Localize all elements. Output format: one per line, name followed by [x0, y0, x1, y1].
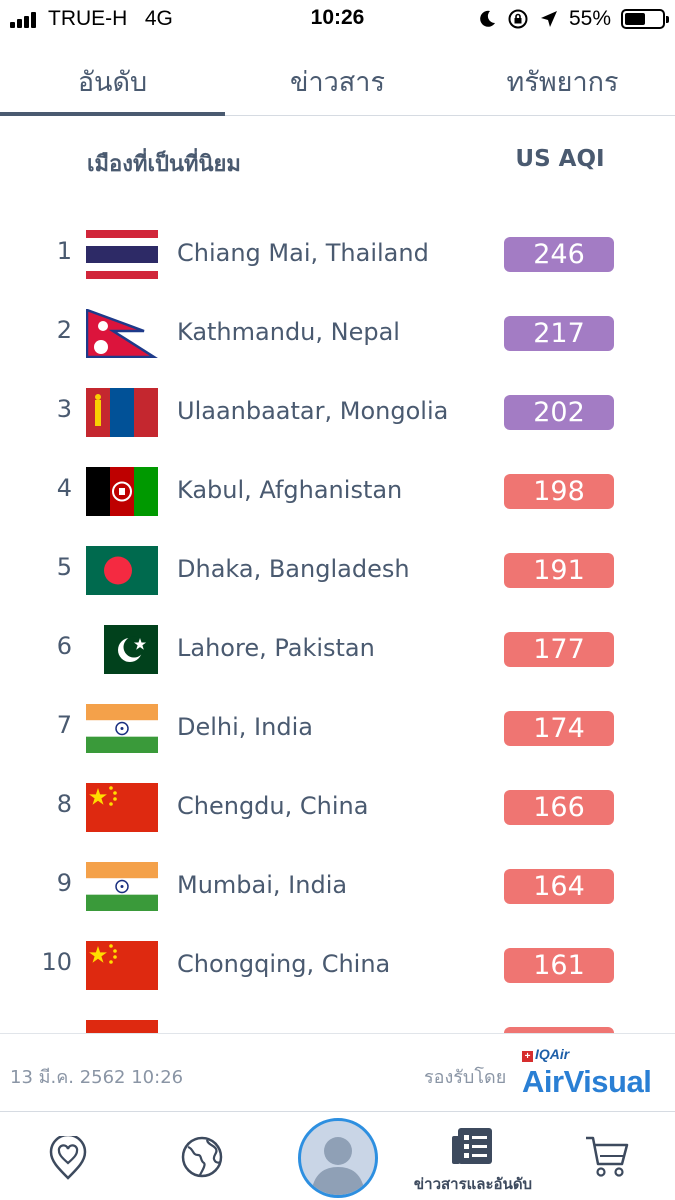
table-row[interactable]: 10 Chongqing, China 161 [0, 926, 675, 1005]
tab-news[interactable]: ข่าวสาร [225, 48, 450, 115]
table-row[interactable]: 2 Kathmandu, Nepal 217 [0, 294, 675, 373]
rotation-lock-icon [508, 9, 528, 29]
rank-number: 9 [56, 869, 72, 897]
aqi-badge: 191 [504, 553, 614, 588]
rank-number: 10 [41, 948, 72, 976]
rank-number: 2 [56, 316, 72, 344]
news-ranking-icon [452, 1128, 492, 1164]
sponsor-label: รองรับโดย [424, 1067, 507, 1088]
thailand-flag-icon [86, 230, 158, 279]
top-tabs: อันดับ ข่าวสาร ทรัพยากร [0, 48, 675, 116]
nav-map[interactable] [172, 1112, 232, 1200]
battery-icon [621, 9, 669, 29]
status-bar: TRUE-H 4G 10:26 55% [0, 0, 675, 40]
bottom-nav: ข่าวสารและอันดับ [0, 1111, 675, 1200]
city-name: Delhi, India [177, 713, 313, 741]
city-name: Mumbai, India [177, 871, 348, 899]
bangladesh-flag-icon [86, 546, 158, 595]
table-row[interactable]: 6 Lahore, Pakistan 177 [0, 610, 675, 689]
table-row[interactable]: 4 Kabul, Afghanistan 198 [0, 452, 675, 531]
us-aqi-heading: US AQI [515, 146, 605, 172]
nav-shop[interactable] [580, 1112, 636, 1200]
rank-number: 4 [56, 474, 72, 502]
city-name: Ulaanbaatar, Mongolia [177, 397, 449, 425]
table-row[interactable]: 9 Mumbai, India 164 [0, 847, 675, 926]
nepal-flag-icon [86, 309, 158, 358]
table-row[interactable]: 3 Ulaanbaatar, Mongolia 202 [0, 373, 675, 452]
aqi-badge: 161 [504, 948, 614, 983]
city-name: Chiang Mai, Thailand [177, 239, 429, 267]
aqi-badge: 164 [504, 869, 614, 904]
swiss-cross-icon: + [522, 1051, 533, 1062]
globe-icon [181, 1136, 223, 1178]
table-row[interactable]: 7 Delhi, India 174 [0, 689, 675, 768]
rank-number: 3 [56, 395, 72, 423]
popular-cities-heading: เมืองที่เป็นที่นิยม [87, 152, 241, 177]
city-name: Dhaka, Bangladesh [177, 555, 410, 583]
table-row[interactable]: 1 Chiang Mai, Thailand 246 [0, 215, 675, 294]
china-flag-icon [86, 783, 158, 832]
profile-avatar-icon[interactable] [298, 1118, 378, 1198]
shopping-cart-icon [586, 1136, 629, 1177]
india-flag-icon [86, 704, 158, 753]
nav-favorites[interactable] [40, 1112, 96, 1200]
list-header: เมืองที่เป็นที่นิยม US AQI [0, 140, 675, 184]
battery-percentage: 55% [568, 7, 611, 30]
table-row[interactable] [0, 1005, 675, 1033]
city-name: Kabul, Afghanistan [177, 476, 403, 504]
rank-number: 7 [56, 711, 72, 739]
nav-news-ranking-label: ข่าวสารและอันดับ [413, 1175, 533, 1193]
rank-number: 5 [56, 553, 72, 581]
city-name: Lahore, Pakistan [177, 634, 375, 662]
iqair-logo[interactable]: + IQAir [522, 1046, 569, 1062]
moon-icon [480, 10, 495, 27]
nav-news-ranking[interactable]: ข่าวสารและอันดับ [398, 1112, 548, 1200]
tab-resources[interactable]: ทรัพยากร [450, 48, 675, 115]
pakistan-flag-icon [86, 625, 158, 674]
aqi-badge: 166 [504, 790, 614, 825]
aqi-badge: 246 [504, 237, 614, 272]
aqi-badge: 202 [504, 395, 614, 430]
table-row[interactable]: 5 Dhaka, Bangladesh 191 [0, 531, 675, 610]
aqi-badge: 177 [504, 632, 614, 667]
city-name: Chengdu, China [177, 792, 369, 820]
airvisual-logo[interactable]: AirVisual [522, 1064, 652, 1100]
aqi-badge: 174 [504, 711, 614, 746]
india-flag-icon [86, 862, 158, 911]
rank-number: 6 [56, 632, 72, 660]
china-flag-icon [86, 941, 158, 990]
table-row[interactable]: 8 Chengdu, China 166 [0, 768, 675, 847]
city-name: Kathmandu, Nepal [177, 318, 400, 346]
footer: 13 มี.ค. 2562 10:26 รองรับโดย + IQAir Air… [0, 1033, 675, 1111]
china-flag-icon [86, 1020, 158, 1033]
afghanistan-flag-icon [86, 467, 158, 516]
mongolia-flag-icon [86, 388, 158, 437]
tab-ranking[interactable]: อันดับ [0, 48, 225, 116]
city-ranking-list: 1 Chiang Mai, Thailand 246 2 Kathmandu, … [0, 215, 675, 1033]
rank-number: 1 [56, 237, 72, 265]
location-arrow-icon [540, 11, 557, 27]
city-name: Chongqing, China [177, 950, 391, 978]
update-timestamp: 13 มี.ค. 2562 10:26 [10, 1067, 184, 1088]
heart-location-icon [49, 1136, 87, 1180]
aqi-badge: 198 [504, 474, 614, 509]
rank-number: 8 [56, 790, 72, 818]
aqi-badge: 217 [504, 316, 614, 351]
